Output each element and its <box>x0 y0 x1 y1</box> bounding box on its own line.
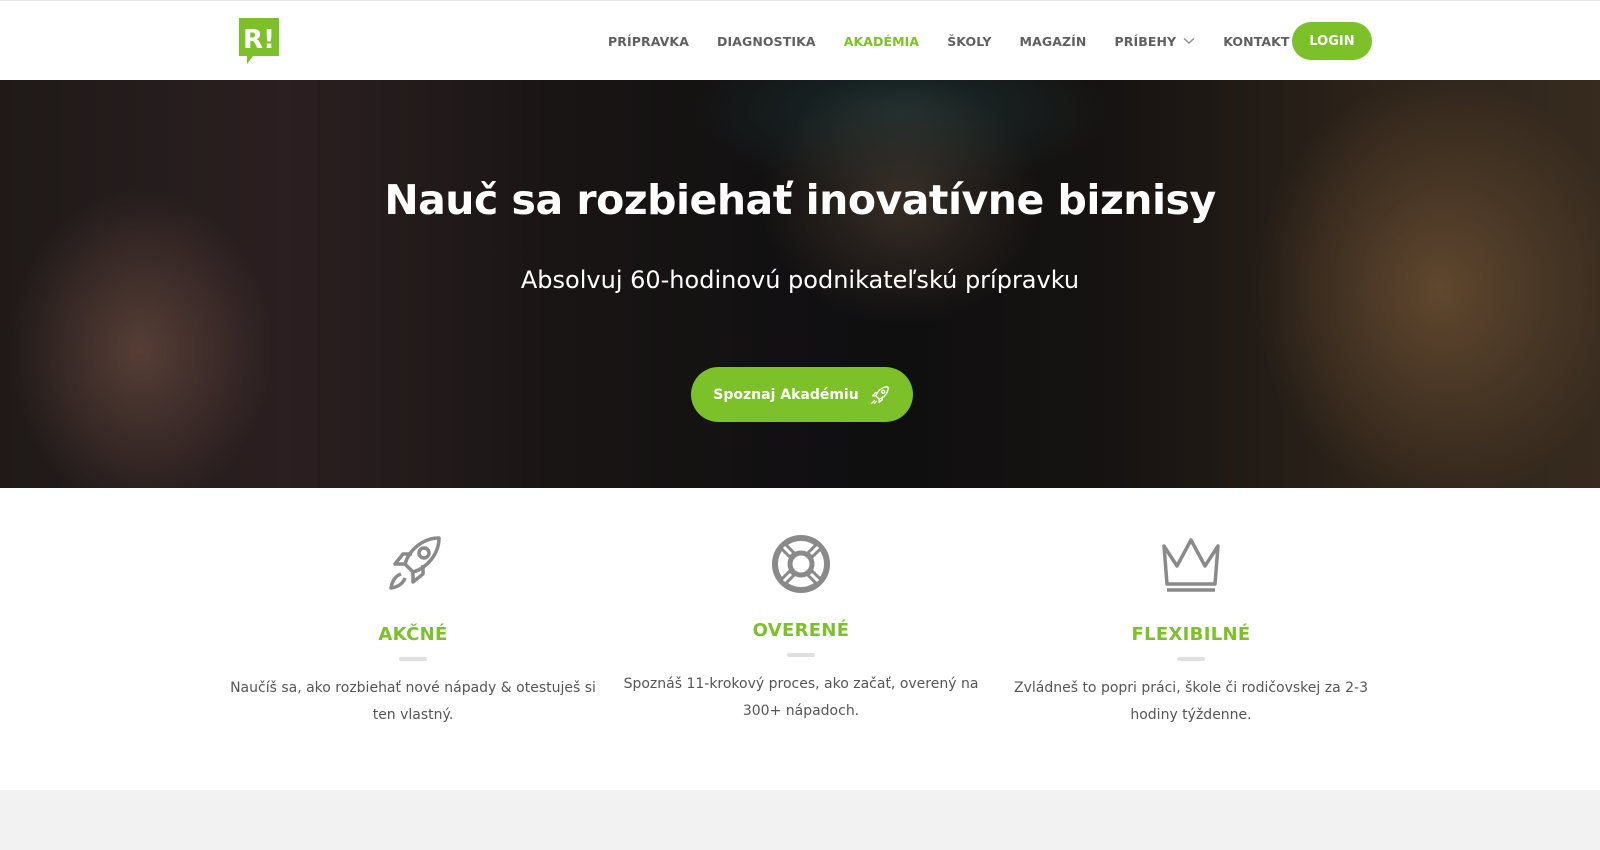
site-header: R! PRÍPRAVKA DIAGNOSTIKA AKADÉMIA ŠKOLY … <box>0 0 1600 80</box>
nav-item-pripravka[interactable]: PRÍPRAVKA <box>608 34 689 49</box>
main-nav: PRÍPRAVKA DIAGNOSTIKA AKADÉMIA ŠKOLY MAG… <box>608 1 1318 81</box>
nav-item-skoly[interactable]: ŠKOLY <box>947 34 991 49</box>
cta-label: Spoznaj Akadémiu <box>713 386 859 403</box>
hero-title: Nauč sa rozbiehať inovatívne biznisy <box>384 176 1216 224</box>
feature-title: AKČNÉ <box>378 624 448 645</box>
rocket-icon <box>389 536 441 590</box>
discover-academy-button[interactable]: Spoznaj Akadémiu <box>691 367 913 422</box>
site-logo[interactable]: R! <box>239 18 279 64</box>
login-button[interactable]: LOGIN <box>1292 22 1372 60</box>
hero-banner: Nauč sa rozbiehať inovatívne biznisy Abs… <box>0 80 1600 488</box>
feature-akcne: AKČNÉ Naučíš sa, ako rozbiehať nové nápa… <box>228 488 598 729</box>
nav-item-diagnostika[interactable]: DIAGNOSTIKA <box>717 34 816 49</box>
logo-icon: R! <box>239 18 279 64</box>
next-section-background <box>0 790 1600 850</box>
nav-item-magazin[interactable]: MAGAZÍN <box>1020 34 1087 49</box>
feature-overene: OVERENÉ Spoznáš 11-krokový proces, ako z… <box>616 488 986 725</box>
lifebuoy-icon <box>772 535 830 593</box>
feature-text: Naučíš sa, ako rozbiehať nové nápady & o… <box>230 680 596 723</box>
crown-icon <box>1162 538 1220 592</box>
feature-flexibilne: FLEXIBILNÉ Zvládneš to popri práci, škol… <box>1006 488 1376 729</box>
chevron-down-icon <box>1183 38 1195 44</box>
feature-divider <box>399 657 427 661</box>
nav-item-kontakt[interactable]: KONTAKT <box>1223 34 1289 49</box>
hero-subtitle: Absolvuj 60-hodinovú podnikateľskú prípr… <box>520 266 1080 294</box>
rocket-icon <box>870 385 889 404</box>
feature-divider <box>787 653 815 657</box>
feature-text: Spoznáš 11-krokový proces, ako začať, ov… <box>623 676 979 719</box>
features-section: AKČNÉ Naučíš sa, ako rozbiehať nové nápa… <box>0 488 1600 790</box>
nav-item-pribehy[interactable]: PRÍBEHY <box>1114 34 1195 49</box>
feature-text: Zvládneš to popri práci, škole či rodičo… <box>1013 680 1368 723</box>
feature-divider <box>1177 657 1205 661</box>
feature-title: OVERENÉ <box>752 620 850 641</box>
nav-item-akademia[interactable]: AKADÉMIA <box>844 34 920 49</box>
feature-title: FLEXIBILNÉ <box>1131 624 1251 645</box>
svg-text:R!: R! <box>243 25 275 55</box>
